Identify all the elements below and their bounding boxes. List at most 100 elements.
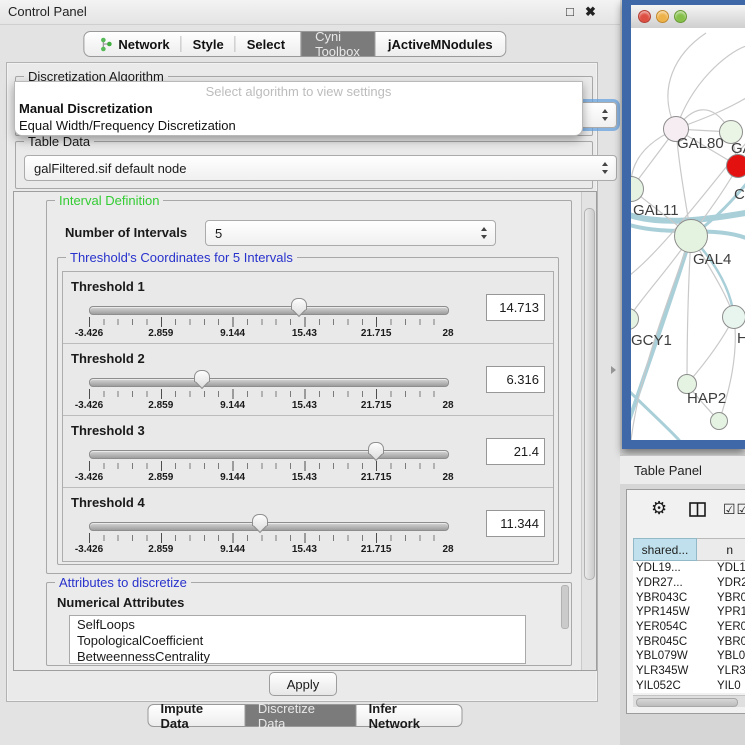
- slider-handle[interactable]: [291, 298, 305, 318]
- horizontal-scrollbar[interactable]: [633, 695, 745, 707]
- vertical-scrollbar[interactable]: [581, 192, 596, 670]
- slider-track[interactable]: [89, 522, 449, 531]
- network-view-window: GAL80GACGAL11GAL4GCY1HHAP2: [622, 0, 745, 449]
- tab-network[interactable]: Network: [88, 37, 180, 52]
- list-scrollbar[interactable]: [561, 585, 569, 629]
- column-header-shared[interactable]: shared...: [633, 538, 697, 561]
- thresholds-group-title: Threshold's Coordinates for 5 Intervals: [66, 250, 297, 265]
- float-window-icon[interactable]: □: [566, 4, 574, 19]
- threshold-2-value-field[interactable]: 6.316: [486, 366, 545, 393]
- threshold-row-1: Threshold 1 -3.4262.8599.14415.4321.7152…: [63, 272, 553, 344]
- screen: Control Panel □ ✖ Network Style Select C…: [0, 0, 745, 745]
- table-row[interactable]: YBL079WYBL0: [633, 649, 745, 664]
- list-item[interactable]: SelfLoops: [77, 617, 525, 633]
- tab-infer-network[interactable]: Infer Network: [357, 704, 463, 727]
- threshold-row-3: Threshold 3 -3.4262.8599.14415.4321.7152…: [63, 416, 553, 488]
- threshold-1-slider: -3.4262.8599.14415.4321.71528: [89, 300, 451, 342]
- table-row[interactable]: YDL19...YDL1: [633, 561, 745, 576]
- axis-tick-label: 21.715: [361, 544, 392, 555]
- control-panel-window: Control Panel □ ✖ Network Style Select C…: [0, 0, 620, 745]
- threshold-1-value-field[interactable]: 14.713: [486, 294, 545, 321]
- network-tab-icon: [99, 37, 113, 52]
- axis-tick-label: 15.43: [292, 328, 317, 339]
- dropdown-option-manual[interactable]: Manual Discretization: [15, 100, 582, 117]
- slider-track[interactable]: [89, 378, 449, 387]
- table-panel-titlebar: Table Panel: [620, 455, 745, 484]
- top-tabbar: Network Style Select Cyni Toolbox jActiv…: [83, 31, 506, 57]
- close-window-icon[interactable]: ✖: [585, 4, 596, 20]
- table-row[interactable]: YPR145WYPR1: [633, 605, 745, 620]
- threshold-3-value-field[interactable]: 21.4: [486, 438, 545, 465]
- bottom-tabbar: Impute Data Discretize Data Infer Networ…: [148, 704, 463, 727]
- threshold-1-label: Threshold 1: [71, 279, 145, 294]
- thresholds-container: Threshold 1 -3.4262.8599.14415.4321.7152…: [62, 271, 554, 562]
- axis-tick-label: -3.426: [75, 328, 103, 339]
- checkbox-icons[interactable]: ☑☑: [723, 501, 745, 518]
- list-item[interactable]: BetweennessCentrality: [77, 649, 525, 664]
- axis-tick-label: 28: [442, 400, 453, 411]
- tab-jactivemnodules[interactable]: jActiveMNodules: [375, 31, 507, 57]
- apply-button[interactable]: Apply: [269, 672, 337, 696]
- dropdown-option-equal-width[interactable]: Equal Width/Frequency Discretization: [15, 117, 582, 134]
- tab-select[interactable]: Select: [236, 37, 296, 52]
- slider-axis-labels: -3.4262.8599.14415.4321.71528: [89, 544, 448, 556]
- tab-style[interactable]: Style: [182, 37, 235, 52]
- network-node[interactable]: [722, 305, 745, 329]
- interval-definition-group: Interval Definition Number of Intervals …: [46, 200, 572, 574]
- tab-cyni-toolbox[interactable]: Cyni Toolbox: [301, 31, 375, 57]
- slider-track[interactable]: [89, 306, 449, 315]
- node-label: HAP2: [687, 390, 726, 407]
- table-row[interactable]: YLR345WYLR3: [633, 664, 745, 679]
- axis-tick-label: 15.43: [292, 400, 317, 411]
- zoom-traffic-light[interactable]: [674, 10, 687, 23]
- settings-scrollpane: Interval Definition Number of Intervals …: [13, 191, 597, 671]
- table-row[interactable]: YDR27...YDR2: [633, 576, 745, 591]
- slider-handle[interactable]: [252, 514, 266, 534]
- axis-tick-label: 15.43: [292, 472, 317, 483]
- minimize-traffic-light[interactable]: [656, 10, 669, 23]
- slider-handle[interactable]: [194, 370, 208, 390]
- splitter-handle[interactable]: [611, 366, 616, 374]
- close-traffic-light[interactable]: [638, 10, 651, 23]
- axis-tick-label: 28: [442, 544, 453, 555]
- number-of-intervals-label: Number of Intervals: [65, 225, 187, 240]
- axis-tick-label: 9.144: [220, 400, 245, 411]
- network-node[interactable]: [726, 154, 745, 178]
- numerical-attributes-list[interactable]: SelfLoopsTopologicalCoefficientBetweenne…: [69, 615, 526, 664]
- window-title: Control Panel: [8, 4, 87, 19]
- slider-handle[interactable]: [368, 442, 382, 462]
- network-node[interactable]: [710, 412, 728, 430]
- list-item[interactable]: TopologicalCoefficient: [77, 633, 525, 649]
- table-row[interactable]: YBR045CYBR0: [633, 634, 745, 649]
- number-of-intervals-combo[interactable]: 5: [205, 220, 496, 246]
- axis-tick-label: 28: [442, 472, 453, 483]
- tab-network-label: Network: [118, 37, 169, 52]
- node-label: GA: [731, 140, 745, 157]
- table-data-group-title: Table Data: [24, 134, 94, 149]
- table-row[interactable]: YIL052CYIL0: [633, 679, 745, 694]
- columns-icon[interactable]: [689, 502, 706, 517]
- gear-icon[interactable]: ⚙: [651, 498, 667, 519]
- axis-tick-label: 9.144: [220, 544, 245, 555]
- axis-tick-label: 2.859: [148, 472, 173, 483]
- tab-impute-data[interactable]: Impute Data: [148, 704, 246, 727]
- axis-tick-label: 9.144: [220, 472, 245, 483]
- column-header-name[interactable]: n: [697, 538, 745, 561]
- tab-discretize-data[interactable]: Discretize Data: [246, 704, 357, 727]
- table-data-combo[interactable]: galFiltered.sif default node: [24, 155, 617, 181]
- attributes-group: Attributes to discretize Numerical Attri…: [46, 582, 572, 666]
- table-rows: YDL19...YDL1YDR27...YDR2YBR043CYBR0YPR14…: [633, 561, 745, 693]
- table-row[interactable]: YER054CYER0: [633, 620, 745, 635]
- horizontal-scrollbar-thumb[interactable]: [636, 698, 738, 707]
- vertical-scrollbar-thumb[interactable]: [584, 208, 595, 580]
- node-label: H: [737, 330, 745, 347]
- network-canvas[interactable]: GAL80GACGAL11GAL4GCY1HHAP2: [631, 28, 745, 440]
- network-node[interactable]: [674, 219, 708, 253]
- threshold-3-label: Threshold 3: [71, 423, 145, 438]
- table-row[interactable]: YBR043CYBR0: [633, 590, 745, 605]
- slider-track[interactable]: [89, 450, 449, 459]
- threshold-row-2: Threshold 2 -3.4262.8599.14415.4321.7152…: [63, 344, 553, 416]
- threshold-4-value-field[interactable]: 11.344: [486, 510, 545, 537]
- threshold-2-slider: -3.4262.8599.14415.4321.71528: [89, 372, 451, 414]
- tab-group-left: Network Style Select: [83, 31, 301, 57]
